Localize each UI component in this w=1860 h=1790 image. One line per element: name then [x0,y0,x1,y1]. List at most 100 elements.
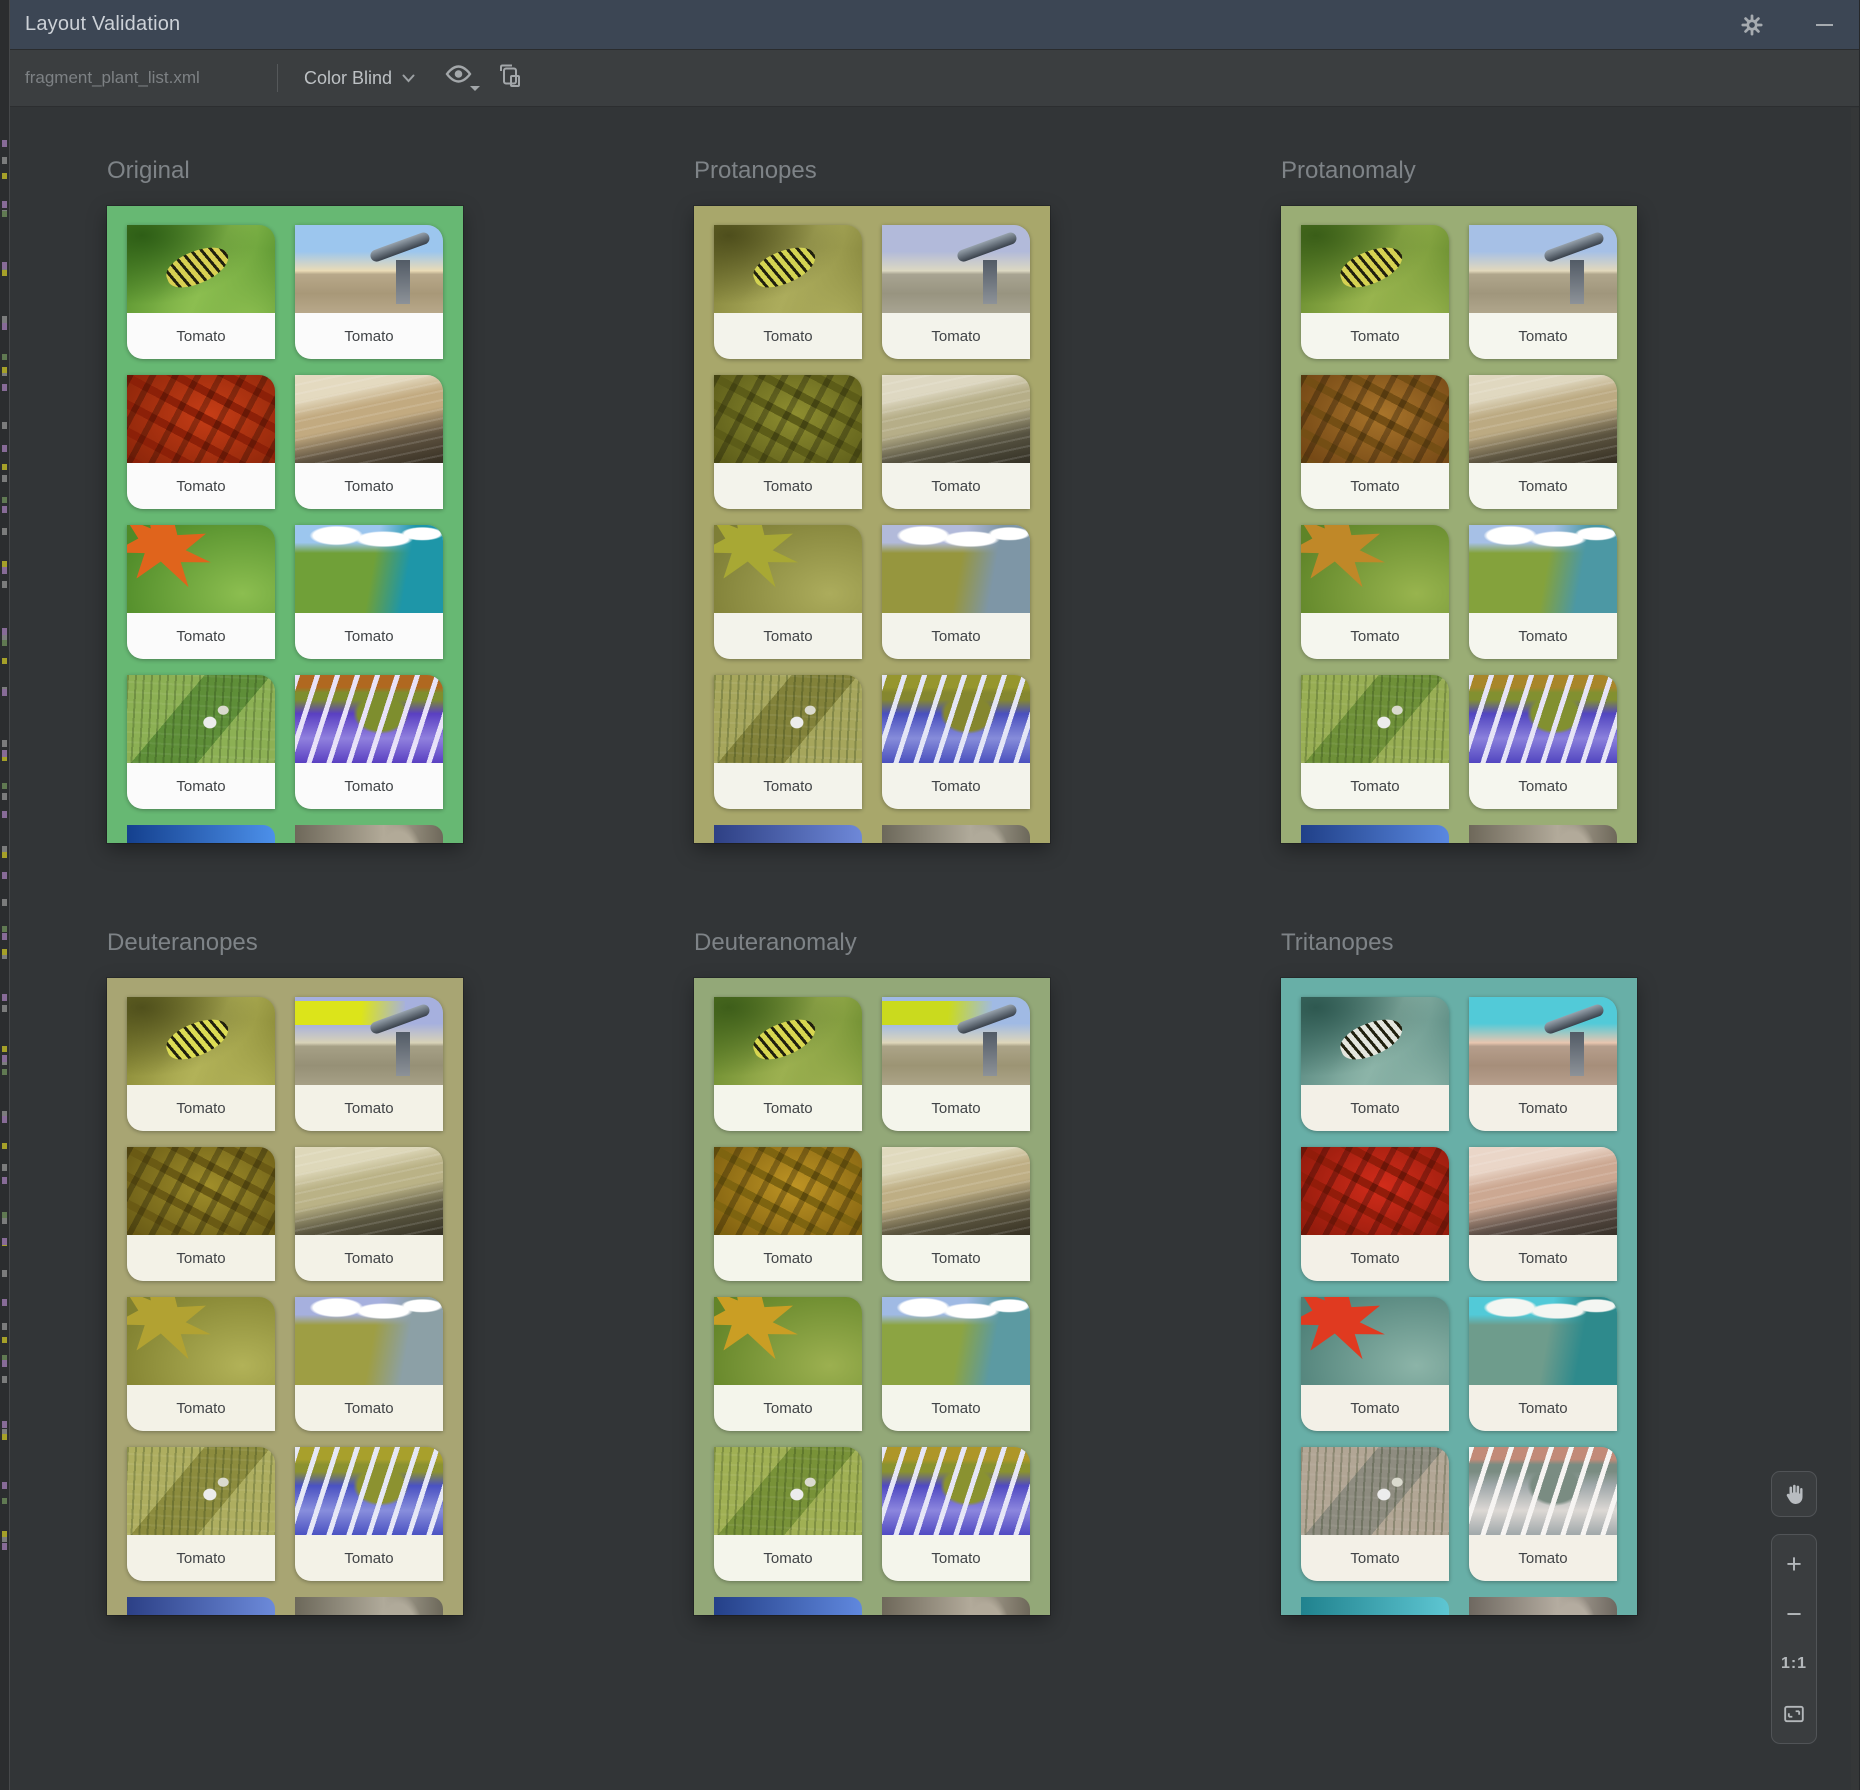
photo-farm-aerial [714,675,862,763]
card-title: Tomato [882,1385,1030,1431]
plant-card: Tomato [714,225,862,359]
plant-card: Tomato [295,675,443,809]
panel-device-frame[interactable]: TomatoTomatoTomatoTomatoTomatoTomatoToma… [1281,206,1637,843]
plant-card: Tomato [127,225,275,359]
card-title: Tomato [1301,763,1449,809]
card-title: Tomato [882,463,1030,509]
card-title: Tomato [714,613,862,659]
photo-farm-aerial [1301,1447,1449,1535]
zoom-actual-size-button[interactable]: 1:1 [1772,1639,1816,1689]
plant-card: Tomato [1469,997,1617,1131]
zoom-out-button[interactable]: − [1772,1589,1816,1639]
zoom-to-fit-button[interactable] [1772,1689,1816,1739]
visibility-eye-button[interactable] [439,61,478,96]
photo-caterpillar [1301,225,1449,313]
chevron-down-icon [402,74,415,83]
fit-to-screen-icon [1783,1703,1805,1725]
minimize-icon[interactable] [1807,8,1841,42]
plant-card: Tomato [1301,225,1449,359]
card-title: Tomato [295,313,443,359]
photo-wood-railing [1469,1147,1617,1235]
card-title: Tomato [882,613,1030,659]
photo-blue-sky [127,825,275,843]
photo-telescope-city [295,997,443,1085]
panel-device-frame[interactable]: TomatoTomatoTomatoTomatoTomatoTomatoToma… [107,978,463,1615]
panel-device-frame[interactable]: TomatoTomatoTomatoTomatoTomatoTomatoToma… [1281,978,1637,1615]
card-title: Tomato [1301,313,1449,359]
plant-card: Tomato [882,1297,1030,1431]
panel-device-frame[interactable]: Tomato Tomato Tomato Tomato Tomato Tomato Toma… [694,206,1050,843]
photo-gray-mountains [295,825,443,843]
hand-icon [1782,1482,1807,1507]
card-title: Tomato [882,763,1030,809]
photo-telescope-city [882,997,1030,1085]
photo-caterpillar [714,997,862,1085]
plant-card: Tomato [127,997,275,1131]
photo-telescope-city [1469,997,1617,1085]
photo-purple-river [1469,1447,1617,1535]
photo-blue-sky [1301,1597,1449,1615]
copy-stack-icon [498,63,522,89]
zoom-in-button[interactable]: + [1772,1539,1816,1589]
photo-coastline-aerial [882,1297,1030,1385]
plant-card-partial [882,1597,1030,1615]
photo-wood-railing [882,1147,1030,1235]
photo-red-maple-leaves [127,375,275,463]
preview-panel-tritanopes[interactable]: Tritanopes TomatoTomatoTomatoTomatoTomat… [1281,928,1637,1615]
photo-telescope-city [295,225,443,313]
photo-blue-sky [127,1597,275,1615]
plant-card-partial [127,1597,275,1615]
pan-button[interactable] [1771,1471,1817,1517]
photo-purple-river [295,675,443,763]
plant-card: Tomato [295,225,443,359]
plant-card: Tomato [127,675,275,809]
panel-device-frame[interactable]: TomatoTomatoTomatoTomatoTomatoTomatoToma… [107,206,463,843]
card-title: Tomato [882,1535,1030,1581]
photo-wood-railing [295,1147,443,1235]
card-title: Tomato [1469,763,1617,809]
photo-farm-aerial [127,1447,275,1535]
plant-card-partial [714,1597,862,1615]
card-title: Tomato [1301,1535,1449,1581]
mode-label: Color Blind [304,68,392,89]
photo-coastline-aerial [1469,525,1617,613]
panel-title: Deuteranopes [107,928,463,962]
plant-card: Tomato [127,1297,275,1431]
preview-panel-original[interactable]: Original TomatoTomatoTomatoTomatoTomatoT… [107,156,463,843]
card-title: Tomato [1469,1385,1617,1431]
card-title: Tomato [714,1235,862,1281]
plant-card: Tomato [1301,525,1449,659]
card-title: Tomato [127,613,275,659]
card-title: Tomato [295,613,443,659]
panel-title: Deuteranomaly [694,928,1050,962]
colorblind-mode-dropdown[interactable]: Color Blind [296,63,423,94]
card-title: Tomato [714,1535,862,1581]
preview-panel-protanomaly[interactable]: Protanomaly TomatoTomatoTomatoTomatoToma… [1281,156,1637,843]
photo-purple-river [295,1447,443,1535]
plant-card: Tomato [295,375,443,509]
plant-card-partial [1469,1597,1617,1615]
copy-stack-button[interactable] [494,59,526,98]
plant-card: Tomato [295,997,443,1131]
plant-card: Tomato [714,375,862,509]
plant-card: Tomato [295,1147,443,1281]
card-title: Tomato [1469,1085,1617,1131]
panel-device-frame[interactable]: TomatoTomatoTomatoTomatoTomatoTomatoToma… [694,978,1050,1615]
plant-card: Tomato [882,1147,1030,1281]
card-title: Tomato [295,463,443,509]
zoom-controls: + − 1:1 [1771,1534,1817,1744]
plant-card: Tomato [1469,675,1617,809]
preview-panel-deuteranopes[interactable]: Deuteranopes TomatoTomatoTomatoTomatoTom… [107,928,463,1615]
photo-caterpillar [127,997,275,1085]
settings-gear-icon[interactable] [1735,8,1769,42]
preview-panel-protanopes[interactable]: Protanopes TomatoTomatoTomatoTomatoTomat… [694,156,1050,843]
card-title: Tomato [127,463,275,509]
preview-panel-deuteranomaly[interactable]: Deuteranomaly Tomato Tomato Tomato Tomato To… [694,928,1050,1615]
scrollbar-track[interactable] [1851,108,1859,1790]
layout-validation-tool-window: Layout Validation fragment_plant_list.xm… [0,0,1860,1790]
photo-coastline-aerial [295,525,443,613]
card-title: Tomato [714,1085,862,1131]
photo-farm-aerial [127,675,275,763]
card-title: Tomato [714,763,862,809]
photo-wood-railing [1469,375,1617,463]
